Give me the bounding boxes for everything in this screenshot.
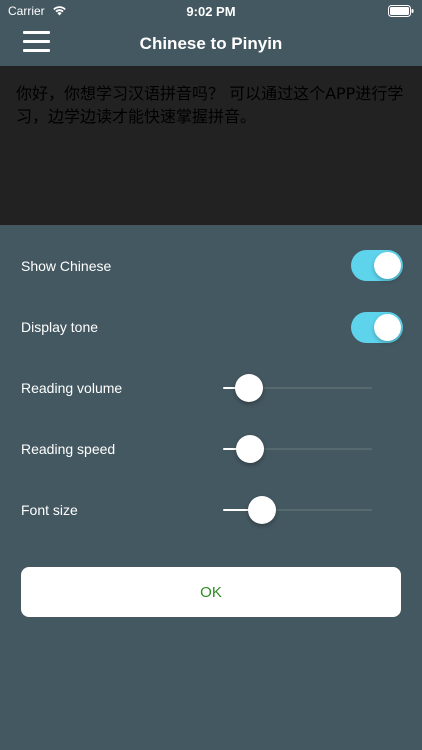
font-size-slider[interactable] — [223, 496, 372, 524]
toggle-knob — [374, 252, 401, 279]
text-display-panel[interactable]: 你好，你想学习汉语拼音吗？ 可以通过这个APP进行学习，边学边读才能快速掌握拼音… — [0, 66, 422, 225]
status-bar: Carrier 9:02 PM — [0, 0, 422, 22]
ok-button[interactable]: OK — [21, 567, 401, 617]
slider-thumb[interactable] — [234, 374, 263, 402]
font-size-label: Font size — [21, 502, 78, 518]
reading-volume-label: Reading volume — [21, 380, 123, 396]
reading-speed-slider[interactable] — [223, 435, 372, 463]
display-tone-toggle[interactable] — [351, 312, 403, 343]
show-chinese-label: Show Chinese — [21, 258, 112, 274]
toggle-knob — [374, 314, 401, 341]
reading-volume-slider[interactable] — [223, 374, 372, 402]
slider-thumb[interactable] — [236, 435, 265, 463]
battery-icon — [388, 5, 414, 17]
status-time: 9:02 PM — [186, 4, 236, 19]
show-chinese-toggle[interactable] — [351, 250, 403, 281]
display-tone-label: Display tone — [21, 319, 99, 335]
chinese-text: 你好，你想学习汉语拼音吗？ 可以通过这个APP进行学习，边学边读才能快速掌握拼音… — [16, 84, 404, 126]
slider-thumb[interactable] — [248, 496, 277, 524]
reading-speed-label: Reading speed — [21, 441, 116, 457]
page-title: Chinese to Pinyin — [139, 34, 283, 53]
navigation-bar: Chinese to Pinyin — [0, 22, 422, 66]
